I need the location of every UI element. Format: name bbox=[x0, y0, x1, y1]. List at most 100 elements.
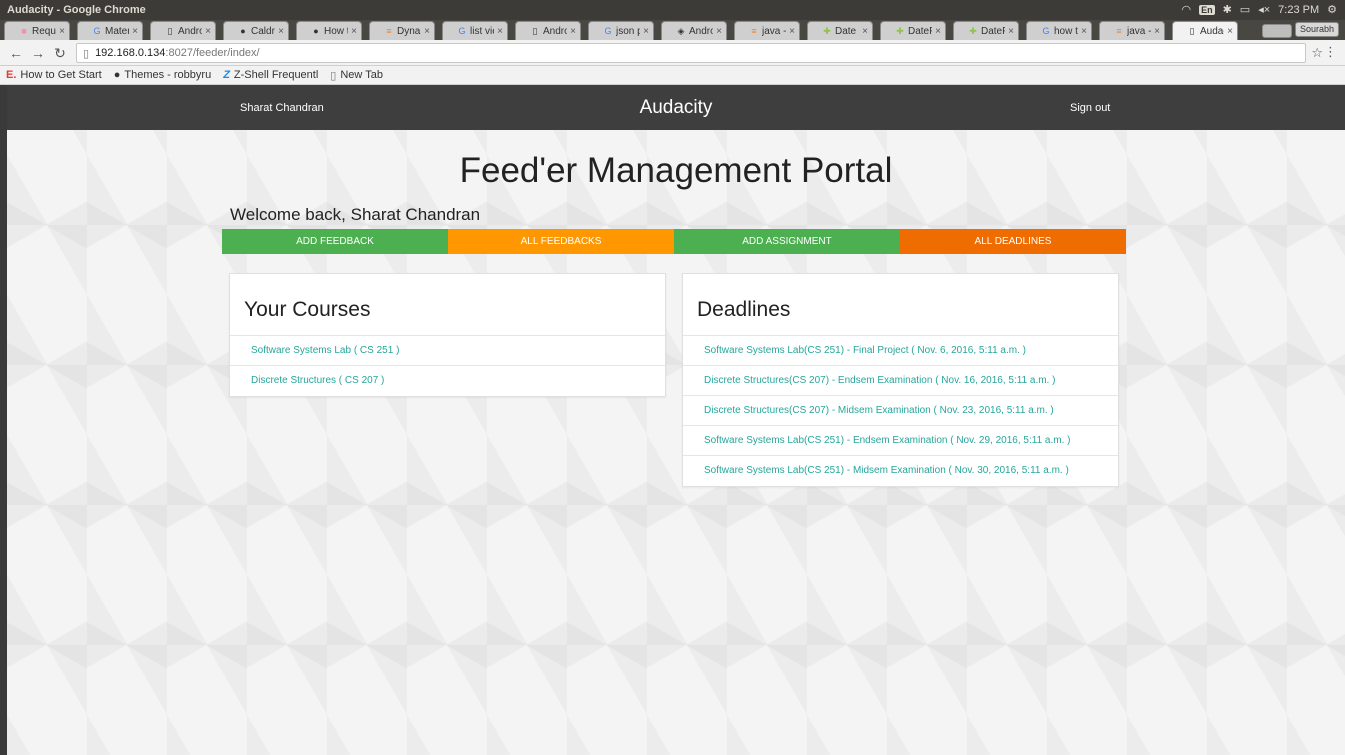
battery-icon[interactable]: ▭ bbox=[1240, 3, 1250, 16]
close-tab-icon[interactable]: × bbox=[132, 26, 138, 37]
close-tab-icon[interactable]: × bbox=[1154, 26, 1160, 37]
deadline-link[interactable]: Discrete Structures(CS 207) - Endsem Exa… bbox=[683, 366, 1118, 396]
close-tab-icon[interactable]: × bbox=[716, 26, 722, 37]
google-icon: G bbox=[604, 26, 612, 36]
site-navbar: Sharat Chandran Audacity Sign out bbox=[7, 85, 1345, 130]
bookmarks-bar: E. How to Get Start ● Themes - robbyru Z Z-Sh… bbox=[0, 66, 1345, 85]
bookmark-label: Z-Shell Frequentl bbox=[233, 69, 319, 81]
courses-card: Your Courses Software Systems Lab ( CS 2… bbox=[229, 273, 666, 397]
tab-label: how to bbox=[1054, 25, 1078, 37]
google-icon: G bbox=[93, 26, 101, 36]
browser-tab[interactable]: Glist vie× bbox=[442, 21, 508, 40]
back-arrow-icon[interactable]: ← bbox=[8, 45, 24, 61]
site-brand[interactable]: Audacity bbox=[7, 97, 1345, 119]
tab-label: Andro bbox=[178, 25, 203, 37]
action-bar: ADD FEEDBACK ALL FEEDBACKS ADD ASSIGNMENT A… bbox=[222, 229, 1126, 254]
close-tab-icon[interactable]: × bbox=[59, 26, 65, 37]
tab-label: json p bbox=[616, 25, 641, 37]
window-title-bar: Audacity - Google Chrome ◠ En ✱ ▭ ◂× 7:2… bbox=[0, 0, 1345, 20]
browser-tab[interactable]: ≡ java - H× bbox=[734, 21, 800, 40]
close-tab-icon[interactable]: × bbox=[497, 26, 503, 37]
android-dev-icon: ◈ bbox=[677, 26, 685, 36]
clock[interactable]: 7:23 PM bbox=[1278, 4, 1319, 16]
close-tab-icon[interactable]: × bbox=[935, 26, 941, 37]
browser-tab[interactable]: ▯ Audac× bbox=[1172, 21, 1238, 40]
browser-tab[interactable]: ● Caldro× bbox=[223, 21, 289, 40]
tab-label: Dynam bbox=[397, 25, 421, 37]
all-deadlines-button[interactable]: ALL DEADLINES bbox=[900, 229, 1126, 254]
tab-label: list vie bbox=[470, 25, 494, 37]
deadline-link[interactable]: Software Systems Lab(CS 251) - Endsem Ex… bbox=[683, 426, 1118, 456]
menu-dots-icon[interactable]: ⋮ bbox=[1324, 44, 1337, 60]
close-tab-icon[interactable]: × bbox=[351, 26, 357, 37]
browser-tab[interactable]: G Materi× bbox=[77, 21, 143, 40]
close-tab-icon[interactable]: × bbox=[789, 26, 795, 37]
browser-tab[interactable]: Ghow to× bbox=[1026, 21, 1092, 40]
stackoverflow-icon: ≡ bbox=[1116, 26, 1122, 36]
tab-label: How t bbox=[324, 25, 349, 37]
close-tab-icon[interactable]: × bbox=[1008, 26, 1014, 37]
wifi-icon[interactable]: ◠ bbox=[1181, 3, 1191, 16]
deadlines-card: Deadlines Software Systems Lab(CS 251) -… bbox=[682, 273, 1119, 487]
browser-tab[interactable]: ✚ Date | × bbox=[807, 21, 873, 40]
profile-button[interactable]: Sourabh bbox=[1294, 22, 1339, 37]
sign-out-link[interactable]: Sign out bbox=[1070, 102, 1110, 114]
keyboard-layout-indicator[interactable]: En bbox=[1199, 4, 1215, 15]
new-tab-button[interactable] bbox=[1262, 24, 1292, 38]
forward-arrow-icon[interactable]: → bbox=[30, 45, 46, 61]
github-icon: ● bbox=[113, 69, 121, 81]
page-content: Sharat Chandran Audacity Sign out Feed'e… bbox=[7, 85, 1345, 755]
zsh-icon: Z bbox=[223, 69, 230, 81]
deadlines-heading: Deadlines bbox=[683, 274, 1118, 336]
close-tab-icon[interactable]: × bbox=[205, 26, 211, 37]
browser-tab[interactable]: ● How t × bbox=[296, 21, 362, 40]
close-tab-icon[interactable]: × bbox=[278, 26, 284, 37]
bookmark-item[interactable]: ▯ New Tab bbox=[330, 69, 383, 82]
close-tab-icon[interactable]: × bbox=[862, 26, 868, 37]
browser-tab[interactable]: ▯ Andro × bbox=[150, 21, 216, 40]
volume-icon[interactable]: ◂× bbox=[1258, 3, 1270, 16]
tab-label: Andro bbox=[543, 25, 568, 37]
bluetooth-icon[interactable]: ✱ bbox=[1223, 3, 1232, 16]
deadline-link[interactable]: Discrete Structures(CS 207) - Midsem Exa… bbox=[683, 396, 1118, 426]
page-icon: ▯ bbox=[83, 47, 90, 60]
browser-tab[interactable]: ◈ Andro × bbox=[661, 21, 727, 40]
close-tab-icon[interactable]: × bbox=[570, 26, 576, 37]
deadline-link[interactable]: Software Systems Lab(CS 251) - Final Pro… bbox=[683, 336, 1118, 366]
bookmark-star-icon[interactable]: ☆ bbox=[1311, 45, 1323, 61]
close-tab-icon[interactable]: × bbox=[643, 26, 649, 37]
address-bar[interactable]: ▯ 192.168.0.134 :8027/feeder/index/ bbox=[76, 43, 1306, 63]
tab-label: java - H bbox=[762, 25, 787, 37]
browser-tab[interactable]: ✚ DateF× bbox=[953, 21, 1019, 40]
gear-icon[interactable]: ⚙ bbox=[1327, 3, 1337, 16]
add-feedback-button[interactable]: ADD FEEDBACK bbox=[222, 229, 448, 254]
browser-tab[interactable]: ▯ Andro × bbox=[515, 21, 581, 40]
courses-heading: Your Courses bbox=[230, 274, 665, 336]
course-link[interactable]: Discrete Structures ( CS 207 ) bbox=[230, 366, 665, 396]
browser-tab[interactable]: ≡ java - S× bbox=[1099, 21, 1165, 40]
bookmark-item[interactable]: Z Z-Shell Frequentl bbox=[223, 69, 318, 81]
page-title: Feed'er Management Portal bbox=[459, 151, 893, 190]
reload-icon[interactable]: ↻ bbox=[52, 45, 68, 61]
deadline-link[interactable]: Software Systems Lab(CS 251) - Midsem Ex… bbox=[683, 456, 1118, 486]
system-tray: ◠ En ✱ ▭ ◂× 7:23 PM ⚙ bbox=[1181, 3, 1337, 17]
browser-tab[interactable]: Gjson p × bbox=[588, 21, 654, 40]
pink-square-icon: ■ bbox=[21, 26, 27, 36]
close-tab-icon[interactable]: × bbox=[424, 26, 430, 37]
bookmark-item[interactable]: ● Themes - robbyru bbox=[114, 69, 211, 81]
tab-strip: Sourabh ■Reque×GMateri×▯Andro×●Caldro×●H… bbox=[0, 20, 1345, 40]
bookmark-item[interactable]: E. How to Get Start bbox=[6, 69, 102, 81]
android-icon: ✚ bbox=[823, 26, 831, 36]
page-icon: ▯ bbox=[532, 26, 538, 36]
browser-tab[interactable]: ■ Reque× bbox=[4, 21, 70, 40]
page-icon: ▯ bbox=[167, 26, 173, 36]
all-feedbacks-button[interactable]: ALL FEEDBACKS bbox=[448, 229, 674, 254]
course-link[interactable]: Software Systems Lab ( CS 251 ) bbox=[230, 336, 665, 366]
browser-tab[interactable]: ✚ DateF× bbox=[880, 21, 946, 40]
close-tab-icon[interactable]: × bbox=[1081, 26, 1087, 37]
add-assignment-button[interactable]: ADD ASSIGNMENT bbox=[674, 229, 900, 254]
close-tab-icon[interactable]: × bbox=[1227, 26, 1233, 37]
tab-label: Reque bbox=[32, 25, 56, 37]
browser-tab[interactable]: ≡ Dynam× bbox=[369, 21, 435, 40]
tab-label: Andro bbox=[689, 25, 714, 37]
